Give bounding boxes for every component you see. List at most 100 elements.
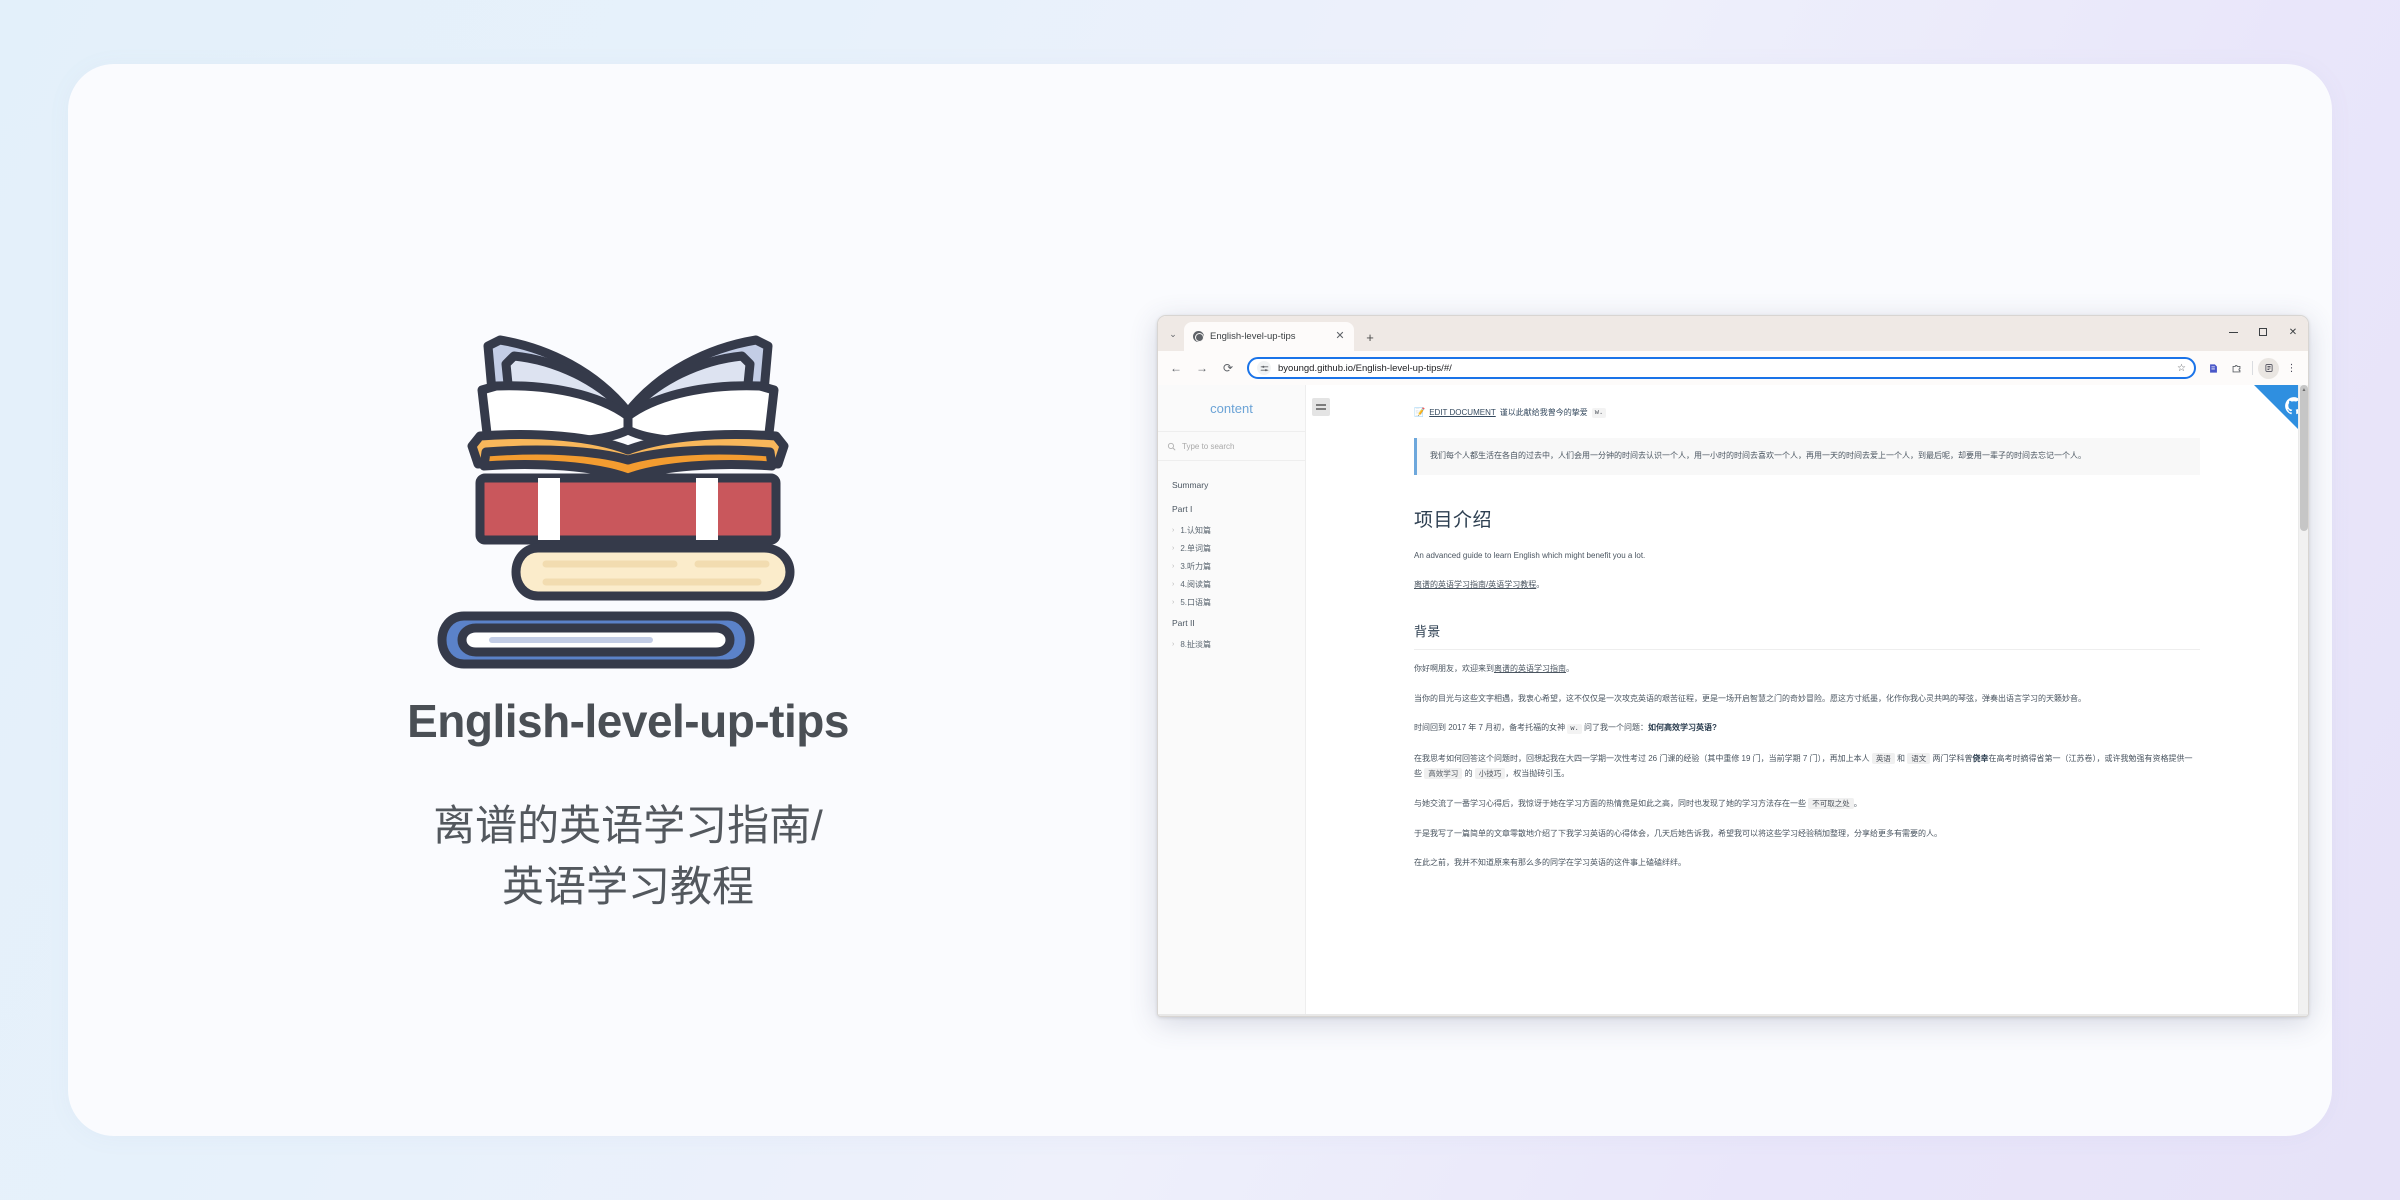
sidebar-item-3[interactable]: › 3.听力篇 [1158,557,1305,575]
background-paragraph-4: 在我思考如何回答这个问题时，回想起我在大四一学期一次性考过 26 门课的经验（其… [1414,751,2200,782]
p3-b: 问了我一个问题： [1584,723,1649,733]
sidebar-section-summary[interactable]: Summary [1158,473,1305,497]
section-heading-background: 背景 [1414,621,2200,650]
p5-code: 不可取之处 [1808,798,1854,810]
p4-b: 和 [1897,753,1906,763]
sidebar-section-part-1: Part I [1172,504,1193,514]
promo-subtitle-line-2: 英语学习教程 [501,862,754,910]
bookmark-star-icon[interactable]: ☆ [2177,363,2186,374]
globe-favicon [1193,331,1204,342]
window-bottom-edge [1158,1014,2308,1016]
intro-link-paragraph: 离谱的英语学习指南/英语学习教程。 [1414,577,2200,593]
chevron-right-icon: › [1172,526,1175,534]
search-icon [1167,442,1176,450]
puzzle-icon[interactable] [2226,358,2247,379]
promo-title: English-level-up-tips [407,695,849,747]
promo-panel: English-level-up-tips 离谱的英语学习指南/ 英语学习教程 [198,264,1058,918]
p4-bold: 侥幸 [1972,753,1989,763]
blockquote: 我们每个人都生活在各自的过去中，人们会用一分钟的时间去认识一个人，用一小时的时间… [1414,438,2200,475]
p1-pre: 你好啊朋友，欢迎来到 [1414,663,1494,673]
p4-code-english: 英语 [1871,752,1895,764]
edit-document-bar: 📝 EDIT DOCUMENT 谨以此献给我曾今的挚爱 w. [1414,407,2200,418]
browser-window: ⌄ English-level-up-tips ✕ + ✕ ← → ⟳ byou… [1157,315,2309,1017]
sidebar-item-8[interactable]: › 8.扯淡篇 [1158,635,1305,653]
bookmark-edit-icon[interactable] [2203,358,2224,379]
sidebar-brand[interactable]: content [1158,385,1305,431]
sidebar-item-1[interactable]: › 1.认知篇 [1158,521,1305,539]
sidebar-item-label: 8.扯淡篇 [1180,639,1212,649]
sidebar-item-4[interactable]: › 4.阅读篇 [1158,575,1305,593]
address-bar[interactable]: byoungd.github.io/English-level-up-tips/… [1247,357,2196,379]
tab-title: English-level-up-tips [1210,331,1296,342]
browser-menu-button[interactable]: ⋮ [2281,358,2302,379]
guide-link-inline[interactable]: 离谱的英语学习指南 [1494,664,1566,673]
chevron-right-icon: › [1172,544,1175,552]
sidebar-item-label: 2.单词篇 [1180,543,1212,553]
page-scrollbar[interactable]: ▲ [2298,385,2308,1016]
search-input[interactable]: Type to search [1182,442,1234,451]
scrollbar-thumb[interactable] [2300,385,2308,531]
promo-subtitle-line-1: 离谱的英语学习指南/ [433,802,823,849]
p3-a: 时间回到 2017 年 7 月初，备考托福的女神 [1414,723,1566,733]
profile-icon[interactable] [2258,357,2279,379]
sidebar-item-2[interactable]: › 2.单词篇 [1158,539,1305,557]
background-paragraph-6: 于是我写了一篇简单的文章零散地介绍了下我学习英语的心得体会，几天后她告诉我，希望… [1414,828,1942,838]
tune-icon[interactable] [1257,361,1271,375]
close-window-button[interactable]: ✕ [2278,316,2308,348]
background-paragraph-2: 当你的目光与这些文字相遇，我衷心希望，这不仅仅是一次攻克英语的艰苦征程，更是一场… [1414,693,2086,703]
edit-document-link[interactable]: EDIT DOCUMENT [1429,408,1496,417]
p1-post: 。 [1566,663,1574,673]
reload-button[interactable]: ⟳ [1216,356,1240,380]
docsify-sidebar: content Type to search Summary Part I › … [1158,385,1306,1016]
pencil-icon: 📝 [1414,407,1426,417]
promo-subtitle: 离谱的英语学习指南/ 英语学习教程 [433,796,823,918]
background-paragraph-1: 你好啊朋友，欢迎来到离谱的英语学习指南。 [1414,661,2200,677]
period: 。 [1536,580,1545,590]
sidebar-item-label: 3.听力篇 [1180,561,1212,571]
sidebar-item-label: 5.口语篇 [1180,597,1212,607]
forward-button[interactable]: → [1190,356,1214,380]
p4-c: 两门学科曾 [1932,753,1973,763]
p4-e: 的 [1464,769,1473,779]
tab-search-chevron-icon[interactable]: ⌄ [1162,319,1184,349]
page-card: English-level-up-tips 离谱的英语学习指南/ 英语学习教程 … [68,64,2332,1136]
sidebar-search[interactable]: Type to search [1158,431,1305,461]
sidebar-toggle[interactable] [1312,398,1330,416]
new-tab-button[interactable]: + [1359,326,1381,348]
sidebar-section-part-2: Part II [1172,618,1195,628]
p3-question: 如何高效学习英语? [1648,723,1717,733]
background-paragraph-3: 时间回到 2017 年 7 月初，备考托福的女神 w. 问了我一个问题：如何高效… [1414,720,2200,737]
browser-toolbar: ← → ⟳ byoungd.github.io/English-level-up… [1158,351,2308,385]
sidebar-item-label: 1.认知篇 [1180,525,1212,535]
toolbar-divider [2252,361,2253,375]
chevron-right-icon: › [1172,598,1175,606]
p5-b: 。 [1853,799,1862,809]
chevron-right-icon: › [1172,640,1175,648]
close-tab-icon[interactable]: ✕ [1333,331,1347,342]
p5-a: 与她交流了一番学习心得后，我惊讶于她在学习方面的热情竟是如此之高，同时也发现了她… [1414,799,1806,809]
guide-link[interactable]: 离谱的英语学习指南/英语学习教程 [1414,580,1536,589]
tab-strip: ⌄ English-level-up-tips ✕ + ✕ [1158,316,2308,351]
p4-code-tips: 小技巧 [1474,768,1506,780]
p4-code-chinese: 语文 [1907,752,1931,764]
url-text: byoungd.github.io/English-level-up-tips/… [1278,362,1452,374]
browser-tab[interactable]: English-level-up-tips ✕ [1184,322,1354,351]
scroll-up-arrow-icon[interactable]: ▲ [2301,387,2307,393]
stack-of-books-illustration [428,264,828,674]
hamburger-bar [1316,408,1326,410]
page-viewport: content Type to search Summary Part I › … [1158,385,2308,1016]
chevron-right-icon: › [1172,562,1175,570]
maximize-button[interactable] [2248,316,2278,348]
p4-f: ，权当抛砖引玉。 [1505,769,1570,779]
p3-code: w. [1567,724,1582,735]
sidebar-item-label: 4.阅读篇 [1180,579,1212,589]
minimize-button[interactable] [2218,316,2248,348]
background-section: 你好啊朋友，欢迎来到离谱的英语学习指南。 当你的目光与这些文字相遇，我衷心希望，… [1414,650,2200,871]
article: 📝 EDIT DOCUMENT 谨以此献给我曾今的挚爱 w. 我们每个人都生活在… [1306,385,2308,871]
edit-bar-code: w. [1591,407,1607,418]
page-title: 项目介绍 [1414,509,1493,531]
edit-bar-suffix: 谨以此献给我曾今的挚爱 [1499,408,1588,417]
p4-a: 在我思考如何回答这个问题时，回想起我在大四一学期一次性考过 26 门课的经验（其… [1414,753,1870,763]
sidebar-item-5[interactable]: › 5.口语篇 [1158,593,1305,611]
back-button[interactable]: ← [1164,356,1188,380]
